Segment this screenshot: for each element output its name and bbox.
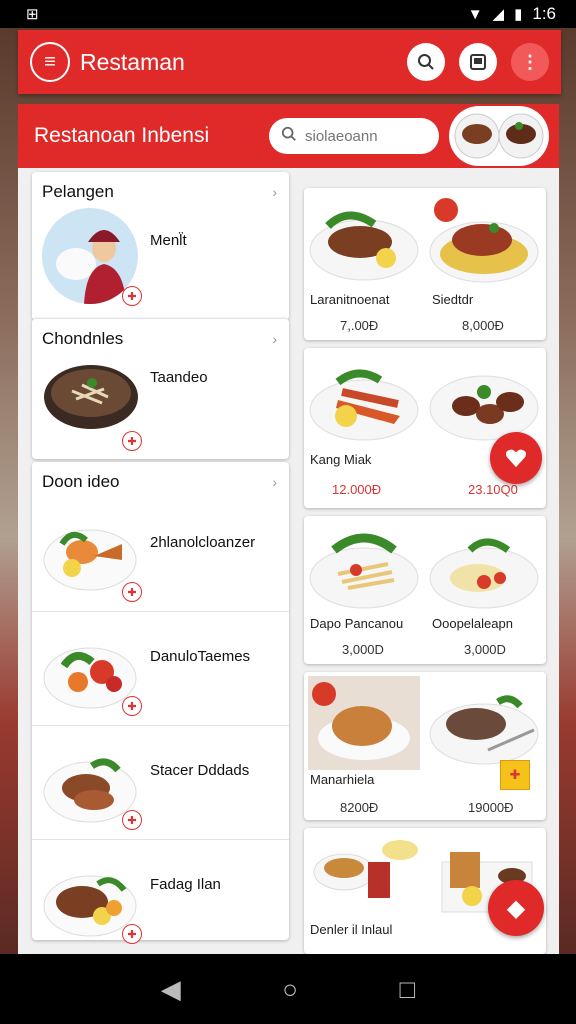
dish-name: DanuloTaemes: [150, 648, 251, 665]
dish-name: Denler il Inlaul: [310, 922, 393, 937]
dish-price: 8,000Đ: [462, 318, 504, 333]
favorite-button[interactable]: [490, 432, 542, 484]
list-item[interactable]: 2hlanolcloanzer ✚: [32, 498, 289, 612]
app-bar: ≡ Restaman ⋮: [18, 30, 561, 94]
halal-badge-icon: ✚: [122, 924, 142, 944]
dish-name: Menl̈t: [150, 232, 187, 249]
noodle-dish-image: [428, 520, 540, 614]
dish-price: 3,000D: [342, 642, 384, 657]
back-icon[interactable]: ◀: [161, 974, 181, 1005]
battery-icon: ▮: [514, 6, 523, 23]
dish-card[interactable]: Dapo Pancanou Ooopelaleapn 3,000D 3,000D: [304, 516, 546, 664]
sausage-dish-image: [428, 352, 540, 446]
list-item[interactable]: Stacer Dddads ✚: [32, 726, 289, 840]
fried-snacks-drink-image: [308, 832, 420, 926]
dish-name: Ooopelaleapn: [432, 616, 513, 631]
dish-name: Fadag Ilan: [150, 876, 221, 893]
noodle-salad-dish-image: [308, 520, 420, 614]
category-header[interactable]: Chondnles ›: [32, 319, 289, 355]
dish-name: Stacer Dddads: [150, 762, 250, 779]
dish-card[interactable]: Manarhiela 8200Đ 19000Đ ✚: [304, 672, 546, 820]
more-vertical-icon: ⋮: [521, 51, 539, 72]
heart-icon: [506, 449, 526, 468]
search-icon: [281, 126, 297, 146]
search-input[interactable]: [305, 127, 425, 145]
category-card: Doon ideo › 2hlanolcloanzer ✚ DanuloTaem…: [32, 462, 289, 944]
halal-badge-icon: ✚: [122, 810, 142, 830]
chevron-right-icon: ›: [272, 184, 277, 200]
featured-dishes-image: [449, 106, 549, 166]
dish-name: Dapo Pancanou: [310, 616, 404, 631]
dish-name: Taandeo: [150, 369, 208, 386]
list-item[interactable]: Fadag Ilan ✚: [32, 840, 289, 954]
promo-box-icon: ✚: [500, 760, 530, 790]
signal-icon: ◢: [492, 6, 505, 23]
dish-name: Kang Miak: [310, 452, 372, 467]
system-navigation-bar: ◀ ○ □: [0, 954, 576, 1024]
halal-badge-icon: ✚: [122, 431, 142, 451]
dish-price: 19000Đ: [468, 800, 514, 815]
dish-price: 7,.00Đ: [340, 318, 379, 333]
grilled-meat-dish-image: [308, 192, 420, 286]
category-card: Pelangen › Menl̈t ✚: [32, 172, 289, 320]
chevron-right-icon: ›: [272, 331, 277, 347]
clock: 1:6: [532, 4, 556, 23]
box-icon: [470, 54, 486, 70]
list-item[interactable]: Taandeo ✚: [32, 355, 289, 459]
restaurant-title: Restanoan Inbensi: [34, 124, 210, 147]
restaurant-header: Restanoan Inbensi: [18, 104, 559, 168]
halal-badge-icon: ✚: [122, 696, 142, 716]
search-button[interactable]: [407, 43, 445, 81]
status-bar: ⊞ ▼ ◢ ▮ 1:6: [0, 0, 576, 28]
list-item[interactable]: DanuloTaemes ✚: [32, 612, 289, 726]
category-header[interactable]: Pelangen ›: [32, 172, 289, 208]
wifi-icon: ▼: [467, 5, 483, 23]
dish-card[interactable]: Laranitnoenat Siedtdr 7,.00Đ 8,000Đ: [304, 188, 546, 340]
add-to-order-button[interactable]: ◆: [488, 880, 544, 936]
roast-chicken-dish-image: [308, 676, 420, 770]
app-notification-icon: ⊞: [26, 6, 39, 23]
halal-badge-icon: ✚: [122, 582, 142, 602]
category-title: Chondnles: [42, 329, 124, 348]
cart-button[interactable]: [459, 43, 497, 81]
search-bar[interactable]: [269, 118, 439, 154]
fried-fish-dish-image: [308, 352, 420, 446]
steak-dish-image: [428, 676, 540, 770]
category-title: Pelangen: [42, 182, 114, 201]
list-item[interactable]: Menl̈t ✚: [32, 208, 289, 320]
search-icon: [418, 54, 434, 70]
steak-rice-dish-image: [428, 192, 540, 286]
dish-name: Laranitnoenat: [310, 292, 390, 307]
dish-price: 3,000D: [464, 642, 506, 657]
dish-card[interactable]: Kang Miak 12.000Đ 23.10Q0: [304, 348, 546, 508]
dish-price: 12.000Đ: [332, 482, 382, 497]
menu-button[interactable]: ≡: [30, 42, 70, 82]
app-title: Restaman: [80, 48, 185, 75]
category-header[interactable]: Doon ideo ›: [32, 462, 289, 498]
menu-icon: ≡: [44, 50, 56, 73]
category-title: Doon ideo: [42, 472, 120, 491]
halal-badge-icon: ✚: [122, 286, 142, 306]
chevron-right-icon: ›: [272, 474, 277, 490]
dish-price: 8200Đ: [340, 800, 379, 815]
dish-name: 2hlanolcloanzer: [150, 534, 256, 551]
category-card: Chondnles › Taandeo ✚: [32, 318, 289, 459]
home-icon[interactable]: ○: [282, 974, 298, 1005]
dish-price: 23.10Q0: [468, 482, 518, 497]
dish-name: Siedtdr: [432, 292, 474, 307]
more-options-button[interactable]: ⋮: [511, 43, 549, 81]
diamond-icon: ◆: [506, 894, 526, 922]
dish-name: Manarhiela: [310, 772, 375, 787]
noodle-bowl-icon: [42, 355, 140, 435]
recents-icon[interactable]: □: [400, 974, 416, 1005]
menu-panel: Pelangen › Menl̈t ✚ Chondnles › Taandeo …: [18, 168, 559, 954]
